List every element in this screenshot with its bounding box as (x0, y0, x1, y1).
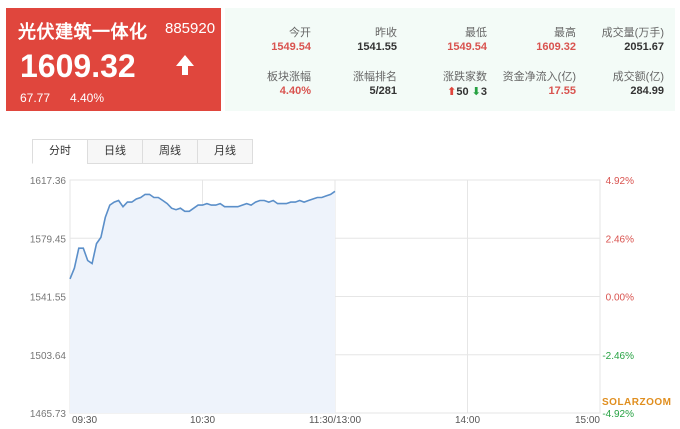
y-axis-tick-label: 1541.55 (30, 293, 67, 304)
y-axis-tick-label: 1465.73 (30, 409, 67, 420)
y-axis-tick-label: 1617.36 (30, 176, 67, 187)
watermark-logo: SOLARZOOM (602, 397, 672, 408)
y-axis-right-tick-label: 2.46% (606, 234, 634, 245)
x-axis-tick-label: 10:30 (190, 415, 215, 426)
y-axis-tick-label: 1579.45 (30, 234, 67, 245)
x-axis-tick-label: 14:00 (455, 415, 480, 426)
y-axis-right-tick-label: -2.46% (602, 351, 634, 362)
y-axis-right-tick-label: -4.92% (602, 409, 634, 420)
y-axis-right-tick-label: 0.00% (606, 293, 634, 304)
x-axis-tick-label: 15:00 (575, 415, 600, 426)
x-axis-tick-label: 09:30 (72, 415, 97, 426)
y-axis-tick-label: 1503.64 (30, 351, 67, 362)
x-axis-tick-label: 11:30/13:00 (309, 415, 362, 426)
intraday-chart[interactable]: 1617.36 4.92% 1579.45 2.46% 1541.55 0.00% 1503… (0, 0, 680, 429)
series-area-fill (70, 191, 335, 413)
y-axis-right-tick-label: 4.92% (606, 176, 634, 187)
